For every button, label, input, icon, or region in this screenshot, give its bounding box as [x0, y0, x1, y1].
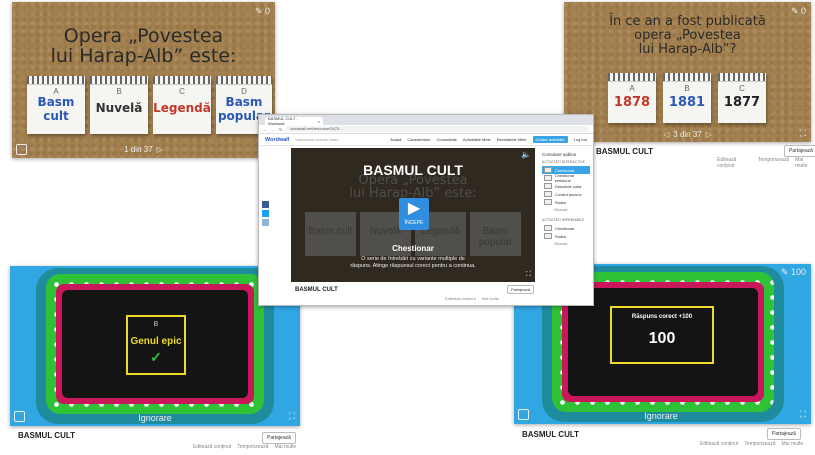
edit-link[interactable]: Editează conținut [445, 296, 476, 301]
wordwall-logo[interactable]: Wordwall [265, 137, 289, 143]
mode-title: Chestionar [392, 244, 434, 253]
activity-title: BASMUL CULT [522, 430, 580, 439]
share-button[interactable]: Partajează [262, 432, 296, 444]
template-gameshow[interactable]: Chestionar emisiune [542, 173, 590, 183]
quiz-slide-3: În ce an a fost publicată opera „Povestea… [564, 2, 811, 142]
fullscreen-icon[interactable]: ⛶ [800, 409, 806, 420]
twitter-icon[interactable] [262, 210, 269, 217]
nav-features[interactable]: Caracteristici [407, 137, 430, 142]
nav-community[interactable]: Comunitate [436, 137, 456, 142]
pencil-score-icon: ✎ 0 [254, 6, 270, 16]
quiz-slide-1: Opera „Povestea lui Harap-Alb” este: ✎ 0 … [12, 2, 275, 158]
browser-tab[interactable]: BASMUL CULT - Wordwall × [265, 116, 323, 126]
activity-title: BASMUL CULT [18, 431, 76, 440]
game-title: BASMUL CULT [363, 162, 463, 178]
option-card-b[interactable]: B 1881 [663, 73, 711, 123]
share-button[interactable]: Partajează [767, 428, 801, 440]
fullscreen-icon[interactable]: ⛶ [289, 411, 295, 422]
create-activity-button[interactable]: Creare activitate [532, 136, 568, 143]
template-open-box[interactable]: Deschide cutia [542, 182, 590, 190]
more-link[interactable]: Mai multe [795, 157, 815, 169]
more-link[interactable]: Mai multe [275, 444, 297, 450]
forward-icon[interactable]: → [271, 127, 275, 132]
nav-home[interactable]: Acasă [390, 137, 401, 142]
more-link[interactable]: Mai multe [482, 296, 499, 301]
fullscreen-icon[interactable]: ⛶ [526, 271, 531, 279]
option-card-b[interactable]: B Nuvelă [90, 76, 148, 134]
show-more-link[interactable]: Afișează [554, 208, 590, 212]
timer-link[interactable]: Temporizează [237, 444, 268, 450]
prev-arrow-icon[interactable]: ◁ [663, 130, 669, 139]
pager: ◁ 3 din 37 ▷ [663, 130, 712, 139]
option-card-a[interactable]: A 1878 [608, 73, 656, 123]
question-text: Opera „Povestea lui Harap-Alb” este: [50, 25, 237, 67]
activity-title: BASMUL CULT [295, 287, 338, 293]
email-icon[interactable] [262, 219, 269, 226]
edit-link[interactable]: Editează conținut [700, 441, 738, 447]
show-more-link-2[interactable]: Afișează [554, 242, 590, 246]
mode-description: O serie de întrebări cu variante multipl… [350, 256, 476, 269]
more-link[interactable]: Mai multe [782, 441, 804, 447]
question-text: În ce an a fost publicată opera „Povestea… [609, 14, 766, 57]
ignore-button[interactable]: Ignorare [130, 413, 180, 423]
activity-actions: Editează conținut Temporizează Mai multe [717, 157, 815, 169]
url-field[interactable]: wordwall.net/resource/3473... [286, 126, 589, 132]
nav-my-activities[interactable]: Activitățile Mele [463, 137, 491, 142]
result-box: Răspuns corect +100 100 [610, 306, 714, 364]
template-wheel[interactable]: Roata [542, 198, 590, 206]
activity-actions: Editează conținut Temporizează Mai multe [700, 441, 803, 447]
score-counter: ✎ 100 [780, 267, 806, 277]
play-icon: ▶ [407, 200, 421, 217]
activity-actions: Editează conținut Mai multe [445, 296, 499, 301]
pager: 1 din 37 ▷ [124, 145, 163, 154]
next-arrow-icon[interactable]: ▷ [157, 145, 163, 154]
tab-bar: BASMUL CULT - Wordwall × [259, 115, 593, 126]
nav-my-results[interactable]: Rezultatele Mele [497, 137, 527, 142]
answer-box: B Genul epic ✓ [126, 315, 186, 375]
edit-link[interactable]: Editează conținut [717, 157, 752, 169]
site-nav: Wordwall Introduceți cuvinte cheie... Ac… [259, 134, 593, 146]
option-card-c[interactable]: C 1877 [718, 73, 766, 123]
timer-link[interactable]: Temporizează [758, 157, 789, 169]
close-icon[interactable]: × [318, 119, 320, 124]
back-icon[interactable]: ← [263, 127, 267, 132]
activity-title: BASMUL CULT [596, 147, 654, 156]
share-button[interactable]: Partajează [784, 145, 815, 157]
next-arrow-icon[interactable]: ▷ [706, 130, 712, 139]
reload-icon[interactable]: ↻ [279, 127, 282, 132]
browser-window: BASMUL CULT - Wordwall × ← → ↻ wordwall.net… [258, 114, 594, 306]
menu-icon[interactable] [518, 409, 529, 420]
printable-wheel[interactable]: Roata [542, 232, 590, 240]
login-link[interactable]: Log Inn [574, 137, 587, 142]
share-button[interactable]: Partajează [507, 285, 535, 294]
game-stage[interactable]: Opera „Povestea lui Harap-Alb” este: Basm… [291, 148, 535, 282]
timer-link[interactable]: Temporizează [744, 441, 775, 447]
start-button[interactable]: ▶ ÎNCEPE [399, 198, 429, 230]
facebook-icon[interactable] [262, 201, 269, 208]
option-card-c[interactable]: C Legendă [153, 76, 211, 134]
gameshow-answer-screen: B Genul epic ✓ Ignorare ⛶ [10, 266, 300, 426]
edit-link[interactable]: Editează conținut [193, 444, 231, 450]
menu-icon[interactable] [14, 411, 25, 422]
template-sidebar: Comutare șablon ACTIVITĂȚI INTERACTIVE C… [542, 152, 590, 246]
search-input[interactable]: Introduceți cuvinte cheie... [295, 137, 384, 142]
option-card-a[interactable]: A Basm cult [27, 76, 85, 134]
address-bar: ← → ↻ wordwall.net/resource/3473... [259, 125, 593, 134]
social-share [262, 201, 269, 226]
fullscreen-icon[interactable]: ⛶ [800, 128, 806, 139]
printable-quiz[interactable]: Chestionar [542, 224, 590, 232]
check-icon: ✓ [150, 349, 162, 365]
pencil-score-icon: ✎ 0 [790, 6, 806, 16]
activity-actions: Editează conținut Temporizează Mai multe [193, 444, 296, 450]
ignore-button[interactable]: Ignorare [636, 411, 686, 421]
template-hidden-word[interactable]: Cuvânt ascuns [542, 190, 590, 198]
sound-icon[interactable]: 🔈 [521, 150, 531, 159]
